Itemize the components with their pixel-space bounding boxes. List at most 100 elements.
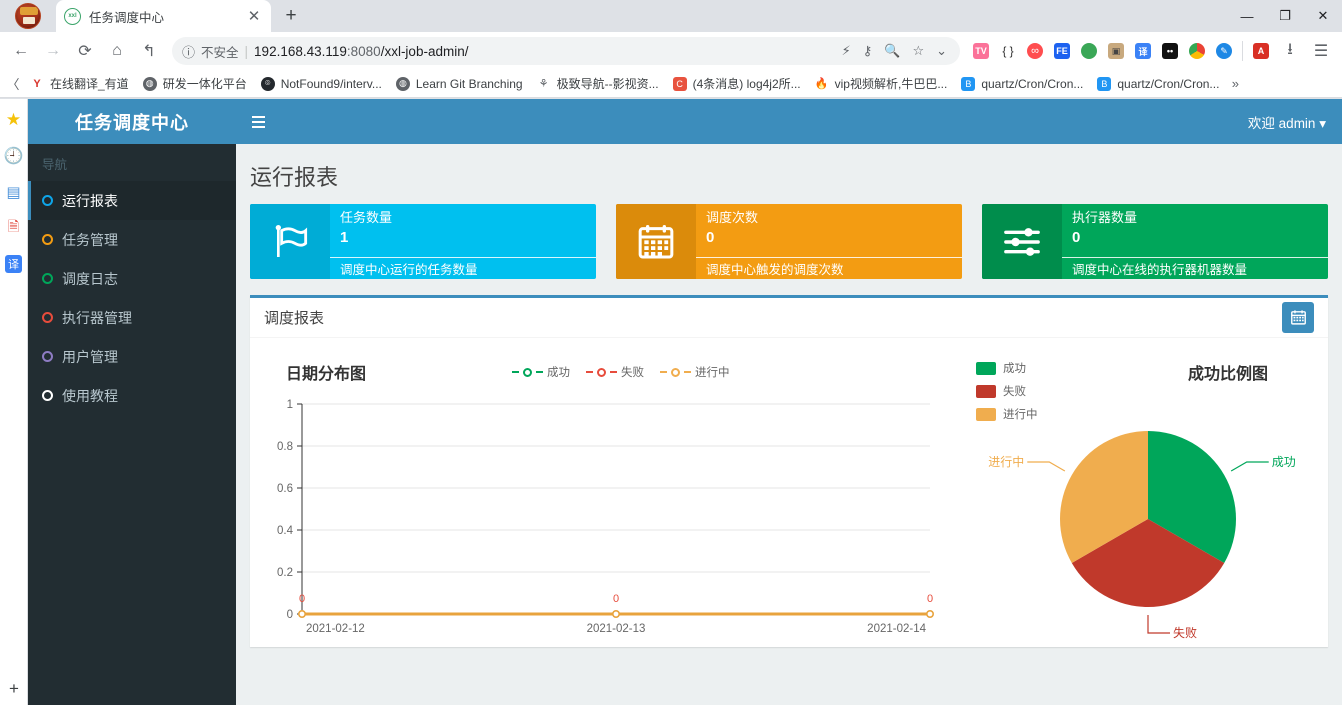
stat-card-main: 任务数量 1 [330,204,596,257]
bookmark-item[interactable]: C(4条消息) log4j2所... [666,72,807,95]
back-icon[interactable]: ← [6,36,36,66]
browser-tab[interactable]: xxl 任务调度中心 ✕ [56,0,271,32]
sidebar-item-executor-management[interactable]: 执行器管理 [28,298,236,337]
stat-footer: 调度中心在线的执行器机器数量 [1062,257,1328,279]
fe-helper-extension-icon[interactable]: FE [1049,38,1075,64]
y-axis-tick-label: 0.2 [277,567,293,579]
sidebar-item-tutorial[interactable]: 使用教程 [28,376,236,415]
tab-close-icon[interactable]: ✕ [245,9,263,24]
sidebar-toggle-icon[interactable] [252,116,265,128]
youdao-icon: Y [29,76,45,92]
new-tab-button[interactable]: + [277,2,305,30]
zoom-search-icon[interactable]: 🔍 [881,43,903,59]
history-back-icon[interactable]: ↰ [134,36,164,66]
pdf-extension-icon[interactable]: A [1248,38,1274,64]
stat-value: 0 [1072,227,1318,248]
maximize-icon[interactable]: ❐ [1266,0,1304,32]
snipaste-extension-icon[interactable]: ✎ [1211,38,1237,64]
translate-icon[interactable]: 译 [3,253,25,275]
side-panel-add-icon[interactable]: + [0,679,28,699]
bookmark-item[interactable]: Y在线翻译_有道 [23,72,135,95]
circle-icon [42,351,53,362]
y-axis-tick-label: 0.8 [277,441,293,453]
bookmark-label: 极致导航--影视资... [557,75,659,92]
bookmark-label: quartz/Cron/Cron... [1117,77,1219,91]
forward-icon[interactable]: → [38,36,68,66]
bookmark-item[interactable]: ◍研发一体化平台 [136,72,253,95]
stat-card-schedule-count[interactable]: 调度次数 0 调度中心触发的调度次数 [616,204,962,279]
browser-side-panel: ★ 🕘 ▤ 🗎 译 + [0,99,28,705]
panel-header: 调度报表 [250,298,1328,338]
sidebar-item-task-management[interactable]: 任务管理 [28,220,236,259]
stat-value: 1 [340,227,586,248]
pie-chart-canvas[interactable]: 成功失败进行中 [962,356,1330,656]
bookmark-item[interactable]: Bquartz/Cron/Cron... [954,73,1089,95]
profile-avatar-chip[interactable] [0,0,56,32]
stat-card-executor-count[interactable]: 执行器数量 0 调度中心在线的执行器机器数量 [982,204,1328,279]
address-bar[interactable]: ⓘ 不安全 | 192.168.43.119:8080/xxl-job-admi… [172,37,960,65]
sidebar-item-label: 调度日志 [62,269,118,289]
sidebar-item-schedule-log[interactable]: 调度日志 [28,259,236,298]
url-port: :8080 [347,44,381,59]
globe-icon: ◍ [395,76,411,92]
bookmark-star-icon[interactable]: ☆ [909,43,927,59]
success-ratio-chart: 成功比例图 成功 失败 进 [962,348,1328,646]
bookmark-item[interactable]: ⚘ 极致导航--影视资... [530,72,665,95]
sidebar-item-run-report[interactable]: 运行报表 [28,181,236,220]
close-window-icon[interactable]: ✕ [1304,0,1342,32]
circle-icon [42,195,53,206]
browser-menu-icon[interactable]: ☰ [1306,36,1336,66]
site-info-icon[interactable]: ⓘ [182,42,195,61]
nav-site-icon: ⚘ [536,76,552,92]
bookmarks-overflow-left-icon[interactable]: 〈 [4,74,22,93]
stat-card-task-count[interactable]: 任务数量 1 调度中心运行的任务数量 [250,204,596,279]
adblock-extension-icon[interactable]: •• [1157,38,1183,64]
x-axis-tick-label: 2021-02-12 [306,623,365,635]
stat-card-row: 任务数量 1 调度中心运行的任务数量 [250,204,1328,279]
stat-card-body: 任务数量 1 调度中心运行的任务数量 [330,204,596,279]
download-icon[interactable]: ⭳ [1275,36,1305,66]
infinity-newtab-extension-icon[interactable]: ∞ [1022,38,1048,64]
home-icon[interactable]: ⌂ [102,36,132,66]
legend-line [610,371,617,373]
pie-callout-line [1148,615,1170,633]
json-formatter-extension-icon[interactable]: { } [995,38,1021,64]
translate-extension-icon[interactable]: 译 [1130,38,1156,64]
window-list-icon[interactable]: ▤ [3,181,25,203]
idm-extension-icon[interactable] [1076,38,1102,64]
bookmark-label: quartz/Cron/Cron... [981,77,1083,91]
line-chart-canvas[interactable]: 00.20.40.60.81 2021-02-122021-02-132021-… [250,376,950,676]
bookmark-item[interactable]: ⌾NotFound9/interv... [254,73,388,95]
robot-extension-icon[interactable]: ▣ [1103,38,1129,64]
password-key-icon[interactable]: ⚷ [860,43,876,59]
history-clock-icon[interactable]: 🕘 [3,145,25,167]
flame-icon: 🔥 [814,76,830,92]
sidebar-item-user-management[interactable]: 用户管理 [28,337,236,376]
user-menu-label: 欢迎 admin [1248,116,1316,131]
bookmark-item[interactable]: ◍Learn Git Branching [389,73,529,95]
pdf-doc-icon[interactable]: 🗎 [3,217,25,239]
circle-icon [42,312,53,323]
bookmarks-bar: 〈 Y在线翻译_有道 ◍研发一体化平台 ⌾NotFound9/interv...… [0,70,1342,98]
bookmark-item[interactable]: Bquartz/Cron/Cron... [1090,73,1225,95]
security-label: 不安全 [201,42,239,61]
avatar [15,3,41,29]
bookmark-label: 研发一体化平台 [163,75,247,92]
date-range-picker-button[interactable] [1282,302,1314,333]
bookmarks-overflow-right-icon[interactable]: » [1226,76,1244,91]
omnibox-separator: | [245,44,249,59]
chevron-down-icon: ▾ [1319,116,1326,131]
chrome-profile-extension-icon[interactable] [1184,38,1210,64]
csdn-icon: C [672,76,688,92]
lightning-icon[interactable]: ⚡ [839,43,854,59]
user-menu[interactable]: 欢迎 admin ▾ [1248,112,1326,132]
chevron-down-icon[interactable]: ⌄ [933,43,950,59]
bookmark-item[interactable]: 🔥vip视频解析,牛巴巴... [808,72,954,95]
browser-toolbar: ← → ⟳ ⌂ ↰ ⓘ 不安全 | 192.168.43.119:8080/xx… [0,32,1342,70]
bookmarks-star-icon[interactable]: ★ [3,109,25,131]
main-content: 运行报表 任务数量 1 [236,144,1342,705]
y-axis-tick-label: 0.6 [277,483,293,495]
bilibili-extension-icon[interactable]: TV [968,38,994,64]
reload-icon[interactable]: ⟳ [70,36,100,66]
minimize-icon[interactable]: — [1228,0,1266,32]
